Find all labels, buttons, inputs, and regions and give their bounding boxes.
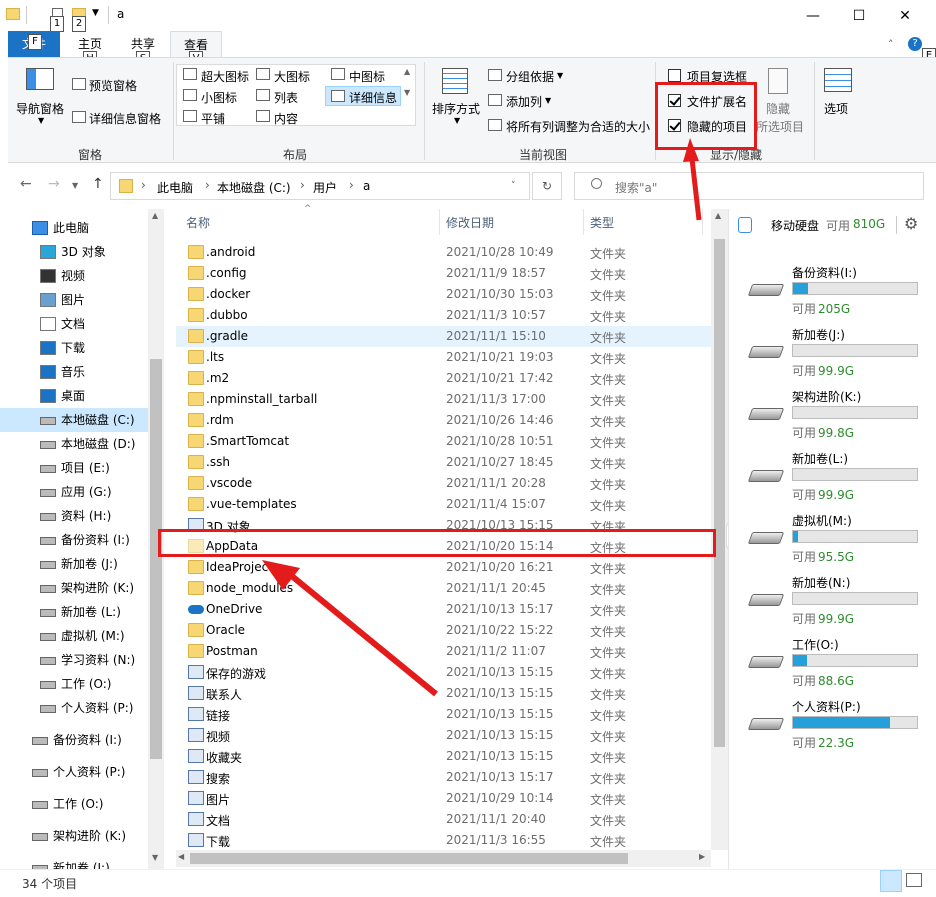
annotation-arrows: [262, 138, 702, 697]
annotation-arrow-appdata: [262, 560, 438, 697]
annotation-arrow-up: [683, 138, 702, 221]
